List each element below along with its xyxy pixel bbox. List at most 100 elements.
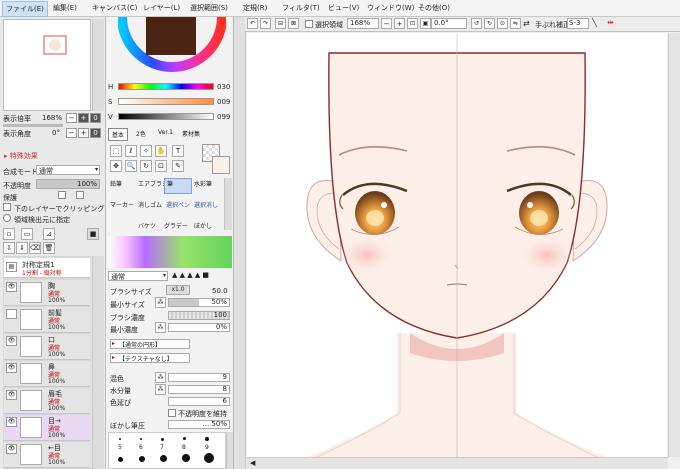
menu-edit[interactable]: 編集(E) <box>53 3 77 13</box>
rotate-left-button[interactable]: − <box>66 128 77 138</box>
brush-shape-select[interactable]: ▸ 【通常の円形】 <box>110 339 190 349</box>
brush-size-palette[interactable]: 5 6 7 8 9 <box>108 432 226 469</box>
transfer-down-icon[interactable]: ⇩ <box>3 242 15 254</box>
new-folder-icon[interactable]: ▭ <box>21 228 33 240</box>
menu-filter[interactable]: フィルタ(T) <box>282 3 320 13</box>
layer-row[interactable]: 前髪 通常 100% <box>4 307 90 333</box>
layer-row[interactable]: 👁 眉毛 通常 100% <box>4 388 90 414</box>
blur-pressure-slider[interactable]: ... 50% <box>168 420 230 429</box>
menu-view[interactable]: ビュー(V) <box>328 3 359 13</box>
tab-material[interactable]: 素材集 <box>182 129 200 138</box>
invert-select-icon[interactable]: ⊠ <box>288 18 299 29</box>
move-icon[interactable]: ✥ <box>110 160 122 172</box>
tool-marker[interactable]: マーカー <box>110 200 134 209</box>
stabilizer-select[interactable]: S-3 <box>567 18 589 29</box>
canvas-zoom-in-button[interactable]: + <box>394 18 405 29</box>
tool-select-pen[interactable]: 選択ペン <box>166 200 190 209</box>
protect-alpha-checkbox[interactable] <box>58 191 66 199</box>
layer-row-selected[interactable]: 👁 目→ 通常 100% <box>4 415 90 441</box>
rect-select-icon[interactable]: ⬚ <box>110 145 122 157</box>
nib-icon[interactable]: ⇹ <box>607 18 614 27</box>
saturation-slider[interactable] <box>118 98 214 105</box>
new-layer-icon[interactable]: ▫ <box>3 228 15 240</box>
navigator-preview[interactable] <box>3 19 91 111</box>
value-slider[interactable] <box>118 113 214 120</box>
magic-wand-icon[interactable]: ✧ <box>140 145 152 157</box>
flip-horizontal-icon[interactable]: ⇋ <box>510 18 521 29</box>
flip-icon[interactable]: ⇄ <box>523 19 530 28</box>
pressure-icon[interactable]: ⁂ <box>155 384 166 395</box>
tool-blur[interactable]: ぼかし <box>194 221 212 230</box>
tab-two-color[interactable]: 2色 <box>136 129 146 138</box>
color-swatch-current[interactable] <box>212 156 230 174</box>
layer-row[interactable]: 👁 胸 通常 100% <box>4 280 90 306</box>
dot-size-option[interactable] <box>118 457 123 462</box>
brush-texture-select[interactable]: ▸ 【テクスチャなし】 <box>110 353 190 363</box>
eye-icon[interactable]: 👁 <box>6 363 17 373</box>
blend-mode-select[interactable]: 通常 ▾ <box>36 165 100 175</box>
tool-eraser[interactable]: 消しゴム <box>138 200 162 209</box>
zoom-out-button[interactable]: − <box>66 113 77 123</box>
tab-basic[interactable]: 基本 <box>108 128 129 141</box>
drawing-canvas[interactable] <box>247 33 667 457</box>
menu-file[interactable]: ファイル(E) <box>2 1 48 17</box>
eye-icon[interactable]: 👁 <box>6 417 17 427</box>
rotate-ccw-icon[interactable]: ↺ <box>471 18 482 29</box>
hand-icon[interactable]: ✋ <box>155 145 167 157</box>
dot-size-option[interactable] <box>139 456 145 462</box>
eye-icon[interactable]: 👁 <box>6 282 17 292</box>
eyedropper-icon[interactable]: ✎ <box>172 160 184 172</box>
lasso-icon[interactable]: ℓ <box>125 145 137 157</box>
pressure-icon[interactable]: ⁂ <box>155 322 166 333</box>
merge-down-icon[interactable]: ⇓ <box>16 242 28 254</box>
tool-gradient[interactable]: グラデー <box>164 221 188 230</box>
menu-ruler[interactable]: 定規(R) <box>243 3 267 13</box>
dot-size-option[interactable] <box>140 438 142 440</box>
color-wheel[interactable] <box>118 17 226 79</box>
undo-icon[interactable]: ↶ <box>247 18 258 29</box>
tool-watercolor[interactable]: 水彩筆 <box>194 179 212 188</box>
opacity-slider[interactable]: 100% <box>36 179 100 189</box>
rotate-tool-icon[interactable]: ↻ <box>140 160 152 172</box>
eye-icon[interactable] <box>6 309 17 319</box>
line-icon[interactable]: ╲ <box>592 18 597 27</box>
text-icon[interactable]: T <box>172 145 184 157</box>
menu-window[interactable]: ウィンドウ(W) <box>367 3 414 13</box>
trash-icon[interactable]: 🗑 <box>43 242 55 254</box>
rotate-reset-button[interactable]: 0 <box>90 128 101 138</box>
menu-layer[interactable]: レイヤー(L) <box>143 3 180 13</box>
tool-select-eraser[interactable]: 選択消し <box>194 200 218 209</box>
brush-density-slider[interactable]: 100 <box>168 311 230 320</box>
canvas-horizontal-scrollbar[interactable]: ◀ <box>247 457 668 469</box>
zoom-in-button[interactable]: + <box>78 113 89 123</box>
panel-divider[interactable] <box>234 17 246 469</box>
brush-edge-selector[interactable]: ▲ ▲ ▲ ▲ ■ <box>172 271 232 281</box>
pressure-icon[interactable]: ⁂ <box>155 297 166 308</box>
layer-row[interactable]: 👁 鼻 通常 100% <box>4 361 90 387</box>
min-size-slider[interactable]: 50% <box>168 298 230 307</box>
effects-header[interactable]: ▸ 特殊効果 <box>4 151 38 161</box>
rotate-right-button[interactable]: + <box>78 128 89 138</box>
menu-selection[interactable]: 選択範囲(S) <box>190 3 228 13</box>
tab-ver1[interactable]: Ver.1 <box>158 129 173 136</box>
canvas-angle-field[interactable]: 0.0° <box>431 18 467 29</box>
tool-grid-scrollbar[interactable] <box>224 178 232 230</box>
clear-layer-icon[interactable]: ⌫ <box>29 242 41 254</box>
dot-size-option[interactable] <box>204 453 214 463</box>
eye-icon[interactable]: 👁 <box>6 336 17 346</box>
hue-slider[interactable] <box>118 83 214 90</box>
layer-settings-icon[interactable]: ⊿ <box>43 228 55 240</box>
zoom-slider[interactable] <box>3 124 63 127</box>
water-slider[interactable]: 8 <box>168 385 230 394</box>
deselect-icon[interactable]: ⊟ <box>275 18 286 29</box>
menu-canvas[interactable]: キャンバス(C) <box>92 3 137 13</box>
tool-bucket[interactable]: バケツ <box>138 221 156 230</box>
fit-window-icon[interactable]: ⊡ <box>407 18 418 29</box>
protect-lock-checkbox[interactable] <box>76 191 84 199</box>
blend-slider[interactable]: 9 <box>168 373 230 382</box>
canvas-zoom-field[interactable]: 168% <box>347 18 379 29</box>
dot-size-option[interactable] <box>183 437 186 440</box>
layer-menu-icon[interactable]: ■ <box>87 228 99 240</box>
navigator-scrollbar[interactable] <box>92 19 104 111</box>
dot-size-option[interactable] <box>160 455 167 462</box>
